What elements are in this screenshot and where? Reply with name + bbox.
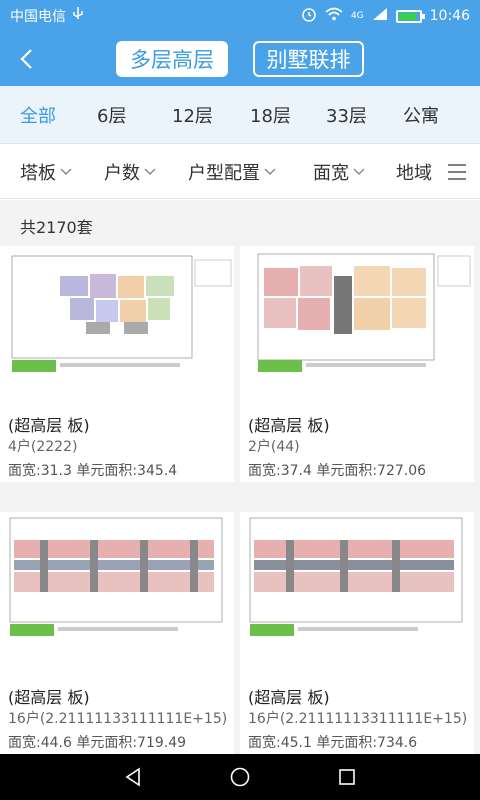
back-button[interactable] xyxy=(10,42,44,76)
chevron-down-icon xyxy=(60,168,72,175)
floor-plan-image xyxy=(240,246,474,386)
filter-label: 地域 xyxy=(396,163,432,184)
usb-icon xyxy=(72,7,84,25)
chevron-left-icon xyxy=(20,49,32,69)
plan-title: (超高层 板) xyxy=(248,416,330,435)
plan-card[interactable]: (超高层 板) 16户(2.21111113311111E+15) 面宽:45.… xyxy=(240,512,474,754)
filter-tower-slab[interactable]: 塔板 xyxy=(20,145,72,199)
nav-home-button[interactable] xyxy=(217,754,263,800)
hamburger-icon xyxy=(448,164,466,180)
status-bar: 中国电信 4G 10:46 xyxy=(0,0,480,32)
floor-tabs: 全部 6层 12层 18层 33层 公寓 xyxy=(0,86,480,144)
tab-villa-townhouse[interactable]: 别墅联排 xyxy=(253,41,364,77)
triangle-back-icon xyxy=(125,767,141,787)
chevron-down-icon xyxy=(264,168,276,175)
wifi-icon xyxy=(325,7,343,25)
plan-title: (超高层 板) xyxy=(248,688,330,707)
filter-label: 户数 xyxy=(104,163,140,184)
filter-label: 面宽 xyxy=(313,163,349,184)
result-count: 共2170套 xyxy=(20,218,93,237)
plan-title: (超高层 板) xyxy=(8,416,90,435)
plan-specs: 面宽:45.1 单元面积:734.6 xyxy=(248,735,418,751)
plan-list: (超高层 板) 4户(2222) 面宽:31.3 单元面积:345.4 (超高层… xyxy=(0,246,480,754)
nav-recents-button[interactable] xyxy=(324,754,370,800)
plan-card[interactable]: (超高层 板) 2户(44) 面宽:37.4 单元面积:727.06 xyxy=(240,246,474,482)
plan-specs: 面宽:37.4 单元面积:727.06 xyxy=(248,463,427,479)
battery-icon xyxy=(395,9,425,23)
floor-tab-apartment[interactable]: 公寓 xyxy=(403,86,439,144)
floor-plan-image xyxy=(240,512,474,652)
square-recents-icon xyxy=(338,769,355,785)
plan-units: 2户(44) xyxy=(248,439,300,455)
chevron-down-icon xyxy=(144,168,156,175)
filter-width[interactable]: 面宽 xyxy=(313,145,365,199)
clock: 10:46 xyxy=(429,8,470,24)
plan-card[interactable]: (超高层 板) 4户(2222) 面宽:31.3 单元面积:345.4 xyxy=(0,246,234,482)
plan-specs: 面宽:44.6 单元面积:719.49 xyxy=(8,735,187,751)
alarm-icon xyxy=(301,6,317,26)
floor-plan-image xyxy=(0,246,234,386)
network-type: 4G xyxy=(350,11,364,21)
circle-home-icon xyxy=(230,767,250,787)
floor-tab-33[interactable]: 33层 xyxy=(326,86,367,144)
plan-units: 4户(2222) xyxy=(8,439,78,455)
system-nav-bar xyxy=(0,754,480,800)
plan-units: 16户(2.21111113311111E+15) xyxy=(248,711,468,727)
filter-household-count[interactable]: 户数 xyxy=(104,145,156,199)
floor-tab-18[interactable]: 18层 xyxy=(250,86,291,144)
filter-bar: 塔板 户数 户型配置 面宽 地域 xyxy=(0,145,480,199)
carrier-label: 中国电信 xyxy=(10,9,66,25)
plan-card[interactable]: (超高层 板) 16户(2.21111133111111E+15) 面宽:44.… xyxy=(0,512,234,754)
filter-region[interactable]: 地域 xyxy=(396,145,432,199)
plan-specs: 面宽:31.3 单元面积:345.4 xyxy=(8,463,178,479)
result-count-bar: 共2170套 xyxy=(0,200,480,246)
app-header: 多层高层 别墅联排 xyxy=(0,32,480,86)
menu-button[interactable] xyxy=(446,161,468,183)
chevron-down-icon xyxy=(353,168,365,175)
filter-label: 塔板 xyxy=(20,163,56,184)
floor-tab-6[interactable]: 6层 xyxy=(97,86,126,144)
plan-units: 16户(2.21111133111111E+15) xyxy=(8,711,228,727)
floor-plan-image xyxy=(0,512,234,652)
filter-layout-config[interactable]: 户型配置 xyxy=(188,145,276,199)
tab-multi-high-rise[interactable]: 多层高层 xyxy=(116,41,228,77)
nav-back-button[interactable] xyxy=(110,754,156,800)
signal-icon xyxy=(372,7,388,25)
plan-title: (超高层 板) xyxy=(8,688,90,707)
floor-tab-12[interactable]: 12层 xyxy=(172,86,213,144)
filter-label: 户型配置 xyxy=(188,163,260,184)
floor-tab-all[interactable]: 全部 xyxy=(20,86,56,144)
